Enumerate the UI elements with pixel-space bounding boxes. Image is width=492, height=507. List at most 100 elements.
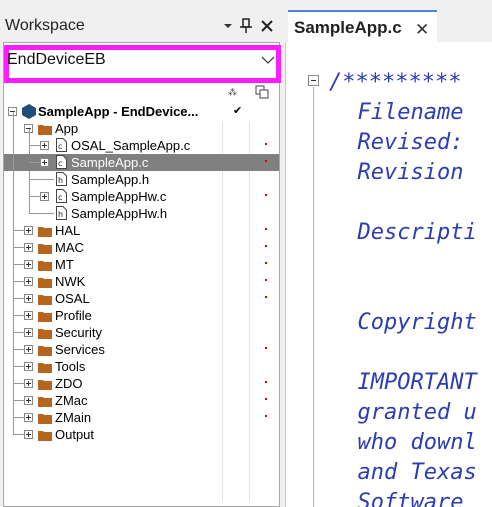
tree-row-project[interactable]: SampleApp - EndDevice... ✔ (4, 103, 279, 120)
folder-label: Profile (55, 308, 92, 323)
tree-row-folder[interactable]: ZMac (4, 392, 279, 409)
svg-text:h: h (58, 210, 63, 219)
folder-label: Output (55, 427, 95, 442)
tree-row-folder[interactable]: Output (4, 426, 279, 443)
close-icon[interactable] (258, 16, 276, 36)
expand-icon[interactable] (24, 345, 33, 354)
folder-icon (38, 259, 52, 271)
expand-icon[interactable] (24, 413, 33, 422)
tree-row-folder[interactable]: ZMain (4, 409, 279, 426)
expand-icon[interactable] (40, 192, 49, 201)
folder-label: MAC (55, 240, 84, 255)
pin-icon[interactable] (237, 16, 255, 36)
check-icon: ✔ (233, 105, 243, 117)
chevron-down-icon[interactable] (261, 53, 275, 68)
code-line: Software (331, 490, 464, 507)
configuration-dropdown[interactable]: EndDeviceEB (4, 45, 281, 85)
tree-row-file[interactable]: c SampleAppHw.c (4, 188, 279, 205)
folder-label: Security (55, 325, 102, 340)
svg-text:c: c (58, 159, 62, 168)
tree-row-folder[interactable]: Services (4, 341, 279, 358)
modified-dot (265, 381, 267, 383)
tree-row-folder[interactable]: Security (4, 324, 279, 341)
folder-label: HAL (55, 223, 81, 238)
chevron-down-icon[interactable] (219, 16, 237, 36)
code-line: Revised: (331, 130, 464, 155)
tree-row-file[interactable]: h SampleAppHw.h (4, 205, 279, 222)
tree-row-folder[interactable]: MT (4, 256, 279, 273)
folder-icon (38, 123, 52, 135)
expand-icon[interactable] (24, 260, 33, 269)
expand-icon[interactable] (24, 226, 33, 235)
expand-icon[interactable] (24, 294, 33, 303)
folder-icon (38, 361, 52, 373)
code-line: /********* (329, 70, 462, 95)
collapse-columns-icon[interactable]: ⁂ (228, 85, 242, 100)
expand-icon[interactable] (24, 379, 33, 388)
fold-toggle-icon[interactable] (308, 75, 319, 86)
config-columns-icon[interactable] (255, 85, 269, 102)
modified-dot (265, 245, 267, 247)
folder-label: MT (55, 257, 74, 272)
expand-icon[interactable] (24, 430, 33, 439)
folder-label: OSAL (55, 291, 90, 306)
expand-icon[interactable] (24, 396, 33, 405)
tree-row-folder[interactable]: OSAL (4, 290, 279, 307)
svg-text:c: c (58, 142, 62, 151)
svg-text:⁂: ⁂ (228, 87, 237, 97)
folder-icon (38, 344, 52, 356)
tree-row-file[interactable]: c OSAL_SampleApp.c (4, 137, 279, 154)
file-label: SampleApp.h (71, 172, 150, 187)
tree-row-folder[interactable]: ZDO (4, 375, 279, 392)
code-line: Filename (331, 100, 464, 125)
tree-row-folder[interactable]: MAC (4, 239, 279, 256)
expand-icon[interactable] (24, 243, 33, 252)
tree-row-folder[interactable]: Tools (4, 358, 279, 375)
modified-dot (265, 194, 267, 196)
expand-icon[interactable] (24, 362, 33, 371)
folder-icon (38, 225, 52, 237)
tree-row-file-selected[interactable]: c SampleApp.c (4, 154, 279, 171)
modified-dot (265, 228, 267, 230)
folder-icon (38, 429, 52, 441)
modified-dot (265, 415, 267, 417)
code-line: Revision (331, 160, 464, 185)
code-line: granted u (331, 400, 477, 425)
file-label: SampleAppHw.h (71, 206, 168, 221)
folder-label: Tools (55, 359, 86, 374)
expand-icon[interactable] (24, 328, 33, 337)
tree-row-file[interactable]: h SampleApp.h (4, 171, 279, 188)
folder-icon (38, 310, 52, 322)
folder-label: App (55, 121, 79, 136)
folder-icon (38, 276, 52, 288)
tree-row-folder[interactable]: NWK (4, 273, 279, 290)
c-file-icon: c (56, 189, 67, 203)
tree-row-app[interactable]: App (4, 120, 279, 137)
expand-icon[interactable] (24, 311, 33, 320)
configuration-value: EndDeviceEB (7, 51, 106, 68)
expand-icon[interactable] (40, 141, 49, 150)
folder-label: ZMac (55, 393, 88, 408)
folder-icon (38, 242, 52, 254)
code-editor[interactable]: /********* Filename Revised: Revision De… (285, 42, 492, 507)
tab-sampleapp-c[interactable]: SampleApp.c ✕ (288, 10, 437, 42)
expand-icon[interactable] (24, 277, 33, 286)
folder-icon (38, 412, 52, 424)
code-line: IMPORTANT (331, 370, 477, 395)
folder-label: ZMain (55, 410, 92, 425)
code-line: and Texas (331, 460, 477, 485)
folder-icon (38, 395, 52, 407)
close-icon[interactable]: ✕ (415, 20, 429, 40)
code-line: Descripti (331, 220, 477, 245)
modified-dot (265, 160, 267, 162)
file-label: SampleApp.c (71, 155, 149, 170)
c-file-icon: c (56, 138, 67, 152)
workspace-panel: Workspace EndDeviceEB ⁂ SampleApp - EndD… (0, 0, 283, 507)
tree-row-folder[interactable]: HAL (4, 222, 279, 239)
workspace-pane: EndDeviceEB ⁂ SampleApp - EndDevice... ✔ (3, 42, 281, 507)
expand-icon[interactable] (40, 158, 49, 167)
svg-text:h: h (58, 176, 63, 185)
tree-row-folder[interactable]: Profile (4, 307, 279, 324)
modified-dot (265, 262, 267, 264)
file-label: OSAL_SampleApp.c (71, 138, 191, 153)
